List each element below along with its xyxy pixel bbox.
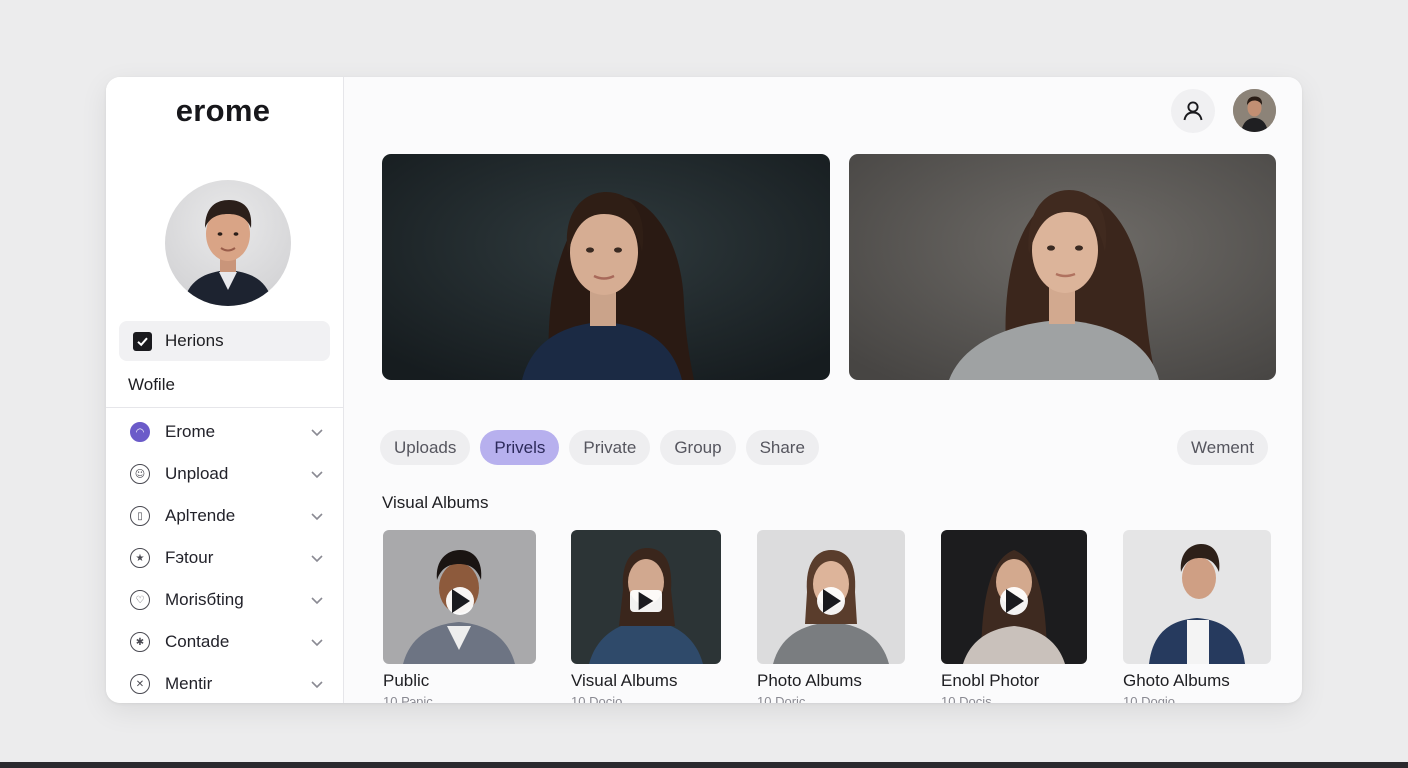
sidebar-divider — [106, 407, 344, 408]
play-icon[interactable] — [445, 587, 474, 616]
chevron-down-icon[interactable] — [310, 593, 324, 607]
album-title: Enobl Photor — [941, 671, 1040, 690]
checkbox-label: Herions — [165, 331, 224, 350]
star-icon: ★ — [130, 548, 150, 568]
user-icon — [1183, 101, 1203, 121]
video-play-icon[interactable] — [630, 590, 662, 613]
album-subtitle: 10 Doric — [757, 694, 806, 703]
filter-tabs: Uploads Privels Private Group Share — [380, 430, 819, 465]
chevron-down-icon[interactable] — [310, 677, 324, 691]
album-card[interactable]: Photo Albums 10 Doric — [757, 530, 905, 703]
bottom-bar — [0, 762, 1408, 768]
heart-icon: ♡ — [130, 590, 150, 610]
chevron-down-icon[interactable] — [310, 509, 324, 523]
sidebar-item-fetour[interactable]: ★ Fэtour — [106, 537, 344, 579]
album-subtitle: 10 Dogio — [1123, 694, 1176, 703]
sidebar-item-moristing[interactable]: ♡ Morisбting — [106, 579, 344, 621]
herions-option[interactable]: Herions — [119, 321, 330, 361]
cross-icon: ✕ — [130, 674, 150, 694]
album-subtitle: 10 Docis — [941, 694, 992, 703]
album-subtitle: 10 Рэрic — [383, 694, 433, 703]
profile-avatar[interactable] — [165, 180, 291, 306]
album-card[interactable]: Visual Albums 10 Docio — [571, 530, 721, 703]
sidebar-item-label: Aplтende — [165, 506, 236, 525]
featured-photo-1[interactable] — [382, 154, 830, 380]
sidebar: erome Herions Wofile ◠ Erome ☺ Unpload ▯… — [106, 77, 344, 703]
album-thumbnail[interactable] — [941, 530, 1087, 664]
sidebar-item-label: Fэtour — [165, 548, 214, 567]
sidebar-item-label: Morisбting — [165, 590, 244, 609]
album-subtitle: 10 Docio — [571, 694, 623, 703]
tab-group[interactable]: Group — [660, 430, 736, 465]
chevron-down-icon[interactable] — [310, 635, 324, 649]
album-thumbnail[interactable] — [1123, 530, 1271, 664]
sidebar-item-aplende[interactable]: ▯ Aplтende — [106, 495, 344, 537]
tab-uploads[interactable]: Uploads — [380, 430, 471, 465]
main-content: Uploads Privels Private Group Share Weme… — [345, 77, 1302, 703]
tab-privels[interactable]: Privels — [480, 430, 560, 465]
play-icon[interactable] — [1000, 587, 1028, 616]
featured-photo-2[interactable] — [849, 154, 1276, 380]
tab-share[interactable]: Share — [745, 430, 819, 465]
square-icon: ▯ — [130, 506, 150, 526]
sidebar-item-label: Unpload — [165, 464, 229, 483]
album-thumbnail[interactable] — [571, 530, 721, 664]
chevron-down-icon[interactable] — [310, 425, 324, 439]
header-actions — [1171, 89, 1276, 133]
chevron-down-icon[interactable] — [310, 467, 324, 481]
section-label: Wofile — [128, 375, 175, 394]
sidebar-item-unpload[interactable]: ☺ Unpload — [106, 453, 344, 495]
tab-private[interactable]: Private — [569, 430, 651, 465]
sidebar-item-label: Erome — [165, 422, 216, 441]
erome-icon: ◠ — [130, 422, 150, 442]
section-title: Visual Albums — [382, 493, 489, 512]
album-title: Ghoto Albums — [1123, 671, 1230, 690]
album-thumbnail[interactable] — [757, 530, 905, 664]
album-title: Public — [383, 671, 430, 690]
sidebar-item-label: Mentir — [165, 674, 213, 693]
album-title: Photo Albums — [757, 671, 862, 690]
header-avatar[interactable] — [1233, 89, 1276, 132]
play-icon[interactable] — [817, 587, 845, 616]
sidebar-nav: ◠ Erome ☺ Unpload ▯ Aplтende ★ Fэtour ♡ — [106, 411, 344, 703]
logo[interactable]: erome — [106, 93, 340, 129]
asterisk-icon: ✱ — [130, 632, 150, 652]
album-thumbnail[interactable] — [383, 530, 536, 664]
sidebar-item-mentir[interactable]: ✕ Mentir — [106, 663, 344, 703]
album-card[interactable]: Public 10 Рэрic — [383, 530, 536, 703]
sidebar-item-contade[interactable]: ✱ Contade — [106, 621, 344, 663]
chevron-down-icon[interactable] — [310, 551, 324, 565]
album-title: Visual Albums — [571, 671, 678, 690]
album-card[interactable]: Ghoto Albums 10 Dogio — [1123, 530, 1271, 703]
album-card[interactable]: Enobl Photor 10 Docis — [941, 530, 1087, 703]
app-window: erome Herions Wofile ◠ Erome ☺ Unpload ▯… — [106, 77, 1302, 703]
checkbox-checked-icon[interactable] — [133, 331, 152, 351]
tab-wement[interactable]: Wement — [1177, 430, 1268, 465]
sidebar-item-erome[interactable]: ◠ Erome — [106, 411, 344, 453]
face-icon: ☺ — [130, 464, 150, 484]
sidebar-item-label: Contade — [165, 632, 230, 651]
account-button[interactable] — [1171, 89, 1215, 133]
